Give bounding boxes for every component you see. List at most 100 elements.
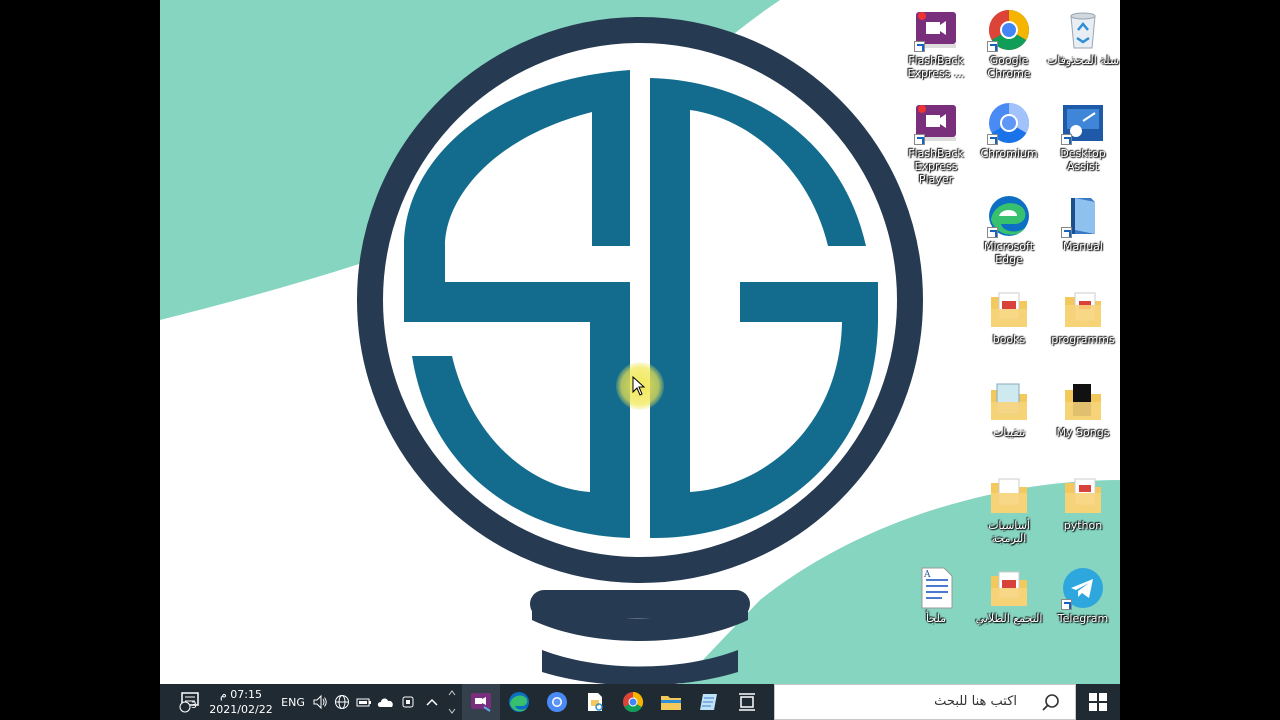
desktop-icon-desktop-assist[interactable]: Desktop Assist: [1046, 95, 1120, 173]
desktop-icon-python[interactable]: python: [1046, 467, 1120, 532]
shortcut-arrow-icon: [987, 41, 998, 52]
desktop-assist-icon: [1061, 101, 1105, 145]
desktop-icon-microsoft-edge[interactable]: Microsoft Edge: [972, 188, 1046, 266]
edge-icon: [509, 692, 529, 712]
onedrive-icon[interactable]: [376, 684, 396, 720]
action-center-button[interactable]: 3: [174, 684, 204, 720]
network-icon[interactable]: [332, 684, 352, 720]
flashback-player-icon: [914, 101, 958, 145]
shortcut-arrow-icon: [914, 134, 925, 145]
shortcut-arrow-icon: [914, 41, 925, 52]
desktop-icon-label: Google Chrome: [987, 54, 1031, 80]
desktop-icon-programms[interactable]: programms: [1046, 281, 1120, 346]
chrome-icon: [623, 691, 644, 713]
notification-count: 3: [191, 701, 197, 711]
flashback-recorder-icon: [914, 8, 958, 52]
desktop-icon-label: FlashBack Express ...: [907, 54, 965, 80]
desktop-screen: سلة المحذوفات Desktop Assist Manual prog…: [160, 0, 1120, 720]
clock[interactable]: 07:15 م 2021/02/22: [208, 684, 274, 720]
device-icon[interactable]: [398, 684, 418, 720]
desktop-icon-label: ملجأ: [926, 612, 946, 625]
battery-icon[interactable]: [354, 684, 374, 720]
folder-icon: [987, 380, 1031, 424]
desktop-icon-label: Telegram: [1057, 612, 1109, 625]
shortcut-arrow-icon: [1061, 134, 1072, 145]
taskbar-app-file-explorer[interactable]: [652, 684, 690, 720]
flashback-icon: [471, 693, 491, 712]
desktop-icon-flashback-player[interactable]: FlashBack Express Player: [899, 95, 973, 186]
desktop-icon-label: books: [992, 333, 1026, 346]
recycle-bin-icon: [1061, 8, 1105, 52]
desktop-icon-label: python: [1063, 519, 1103, 532]
telegram-icon: [1061, 566, 1105, 610]
desktop-icon-chromium[interactable]: Chromium: [972, 95, 1046, 160]
folder-pdf-icon: [1061, 473, 1105, 517]
desktop-icon-maljaa[interactable]: A ملجأ: [899, 560, 973, 625]
volume-icon[interactable]: [310, 684, 330, 720]
edge-icon: [987, 194, 1031, 238]
language-label: ENG: [281, 695, 305, 709]
task-view-button[interactable]: [728, 684, 766, 720]
shortcut-arrow-icon: [987, 227, 998, 238]
windows-logo-icon: [1089, 693, 1107, 711]
clock-date: 2021/02/22: [209, 703, 273, 716]
desktop-icon-label: تنقيبات: [992, 426, 1026, 439]
desktop-icon-flashback-express[interactable]: FlashBack Express ...: [899, 2, 973, 80]
document-icon: A: [914, 566, 958, 610]
mouse-cursor-icon: [632, 376, 646, 396]
desktop-icon-student-gathering[interactable]: التجمع الطلابي: [972, 560, 1046, 625]
desktop-icon-label: سلة المحذوفات: [1046, 54, 1120, 67]
taskbar-app-edge[interactable]: [500, 684, 538, 720]
desktop-icon-label: Desktop Assist: [1060, 147, 1106, 173]
desktop-icon-google-chrome[interactable]: Google Chrome: [972, 2, 1046, 80]
task-view-icon: [739, 693, 755, 711]
folder-pdf-icon: [987, 287, 1031, 331]
desktop-icon-label: programms: [1051, 333, 1115, 346]
file-explorer-icon: [661, 696, 681, 710]
desktop-icon-tanqeebat[interactable]: تنقيبات: [972, 374, 1046, 439]
taskbar-app-chromium[interactable]: [538, 684, 576, 720]
taskbar-scroll[interactable]: [446, 684, 458, 720]
desktop-icon-label: Manual: [1063, 240, 1103, 253]
book-icon: [1061, 194, 1105, 238]
folder-dark-icon: [1061, 380, 1105, 424]
folder-icon: [987, 473, 1031, 517]
folder-icon: [1061, 287, 1105, 331]
desktop-icon-label: FlashBack Express Player: [908, 147, 964, 186]
shortcut-arrow-icon: [1061, 227, 1072, 238]
notepad-icon: [700, 694, 717, 710]
chromium-icon: [987, 101, 1031, 145]
language-indicator[interactable]: ENG: [278, 684, 308, 720]
taskbar-app-file-viewer[interactable]: [576, 684, 614, 720]
desktop-icon-programming-basics[interactable]: أساسيات البرمجة: [972, 467, 1046, 545]
clock-time: 07:15 م: [219, 688, 262, 701]
desktop-icon-label: Microsoft Edge: [983, 240, 1035, 266]
taskbar-app-notepad[interactable]: [690, 684, 728, 720]
shortcut-arrow-icon: [1061, 599, 1072, 610]
taskbar: 3 07:15 م 2021/02/22 ENG اكتب هنا للبحث: [160, 684, 1120, 720]
search-placeholder: اكتب هنا للبحث: [934, 694, 1017, 709]
desktop-icon-label: أساسيات البرمجة: [988, 519, 1030, 545]
taskbar-app-flashback[interactable]: [462, 684, 500, 720]
search-input[interactable]: اكتب هنا للبحث: [774, 684, 1076, 720]
desktop-icon-manual[interactable]: Manual: [1046, 188, 1120, 253]
desktop-icon-label: My Songs: [1056, 426, 1110, 439]
chromium-icon: [547, 692, 567, 712]
desktop-icon-telegram[interactable]: Telegram: [1046, 560, 1120, 625]
desktop-icon-label: Chromium: [980, 147, 1038, 160]
taskbar-app-chrome[interactable]: [614, 684, 652, 720]
desktop-icon-my-songs[interactable]: My Songs: [1046, 374, 1120, 439]
shortcut-arrow-icon: [987, 134, 998, 145]
chrome-icon: [987, 8, 1031, 52]
show-hidden-icons-button[interactable]: [420, 684, 444, 720]
file-viewer-icon: [588, 693, 603, 711]
desktop-icon-recycle-bin[interactable]: سلة المحذوفات: [1046, 2, 1120, 67]
search-icon: [1042, 694, 1059, 711]
start-button[interactable]: [1076, 684, 1120, 720]
scroll-arrows-icon: [448, 690, 456, 714]
desktop-icon-label: التجمع الطلابي: [975, 612, 1043, 625]
desktop-icon-books[interactable]: books: [972, 281, 1046, 346]
svg-text:A: A: [923, 570, 931, 580]
chevron-up-icon: [426, 698, 438, 706]
folder-pdf-icon: [987, 566, 1031, 610]
